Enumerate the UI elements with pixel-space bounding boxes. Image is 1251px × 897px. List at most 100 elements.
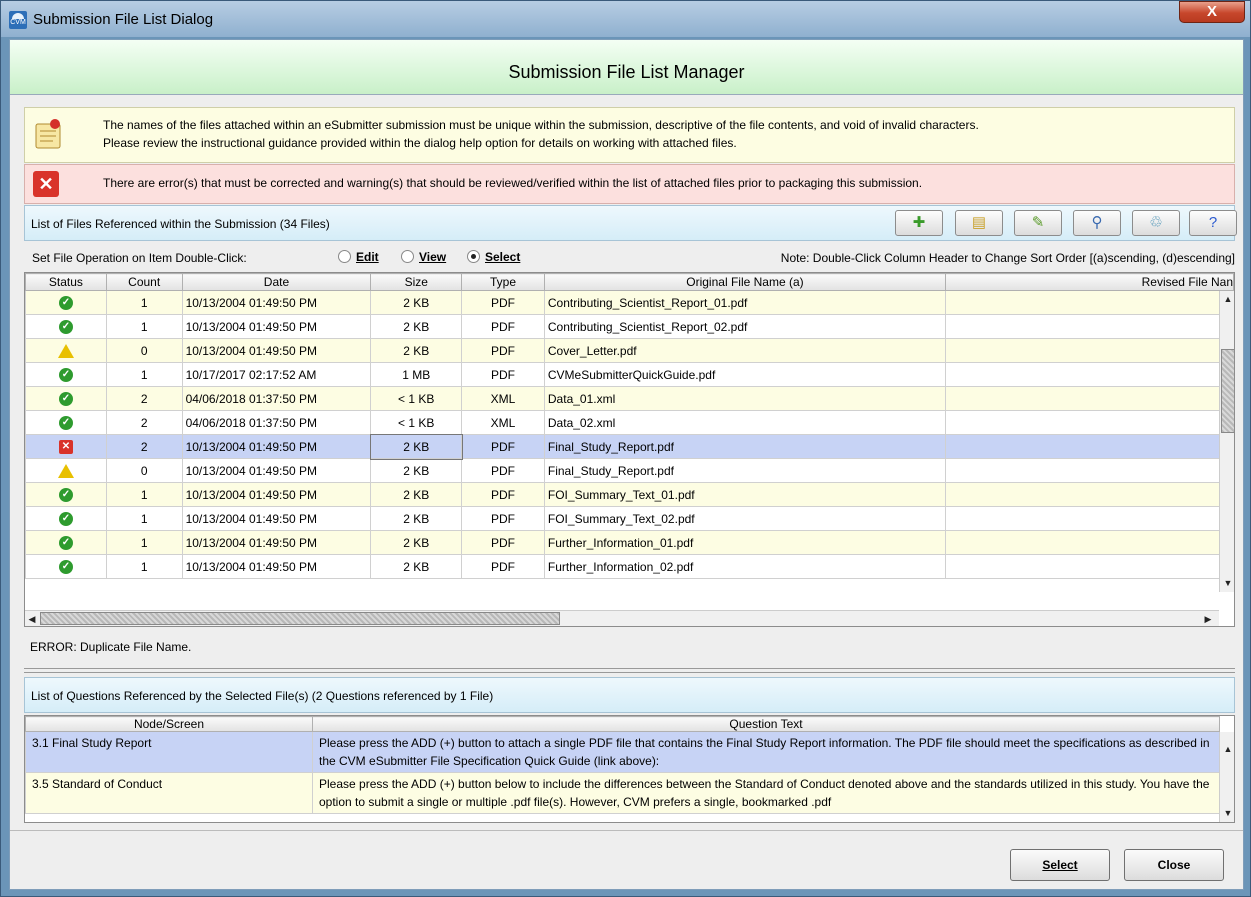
scroll-left-icon[interactable]: ◀ xyxy=(25,612,39,626)
file-row[interactable]: ✓ 2 04/06/2018 01:37:50 PM < 1 KB XML Data_01… xyxy=(25,386,1234,411)
close-button[interactable]: Close xyxy=(1124,849,1224,881)
question-row[interactable]: 3.1 Final Study Report Please press the A… xyxy=(25,731,1220,773)
q-scroll-up-icon[interactable]: ▲ xyxy=(1221,742,1234,756)
file-type-cell: PDF xyxy=(461,434,545,459)
radio-edit[interactable]: Edit xyxy=(338,250,379,264)
radio-edit-label: Edit xyxy=(356,250,379,264)
file-row[interactable]: ✓ 1 10/13/2004 01:49:50 PM 2 KB PDF FOI_Summa… xyxy=(25,506,1234,531)
file-size-cell: 2 KB xyxy=(370,554,463,579)
error-banner-text: There are error(s) that must be correcte… xyxy=(103,176,923,190)
file-name-cell: Data_01.xml xyxy=(543,386,947,411)
file-status-cell: ✓ xyxy=(25,362,107,387)
file-row[interactable]: 0 10/13/2004 01:49:50 PM 2 KB PDF Cover_Lett… xyxy=(25,338,1234,363)
question-row[interactable]: 3.5 Standard of Conduct Please press the … xyxy=(25,772,1220,814)
file-name-cell: FOI_Summary_Text_02.pdf xyxy=(543,506,947,531)
manager-header: Submission File List Manager xyxy=(10,40,1243,95)
file-status-cell: ✓ xyxy=(25,410,107,435)
file-name-cell: Further_Information_02.pdf xyxy=(543,554,947,579)
file-revised-name-cell xyxy=(945,458,1234,483)
files-col-header[interactable]: Type xyxy=(461,273,545,291)
radio-view[interactable]: View xyxy=(401,250,446,264)
pane-splitter[interactable] xyxy=(24,668,1235,673)
file-date-cell: 10/13/2004 01:49:50 PM xyxy=(181,554,372,579)
file-row[interactable]: ✓ 1 10/13/2004 01:49:50 PM 2 KB PDF Contribut… xyxy=(25,314,1234,339)
file-count-cell: 1 xyxy=(105,290,183,315)
file-row[interactable]: ✕ 2 10/13/2004 01:49:50 PM 2 KB PDF Final_Stu… xyxy=(25,433,1234,460)
files-vscroll-thumb[interactable] xyxy=(1221,349,1234,433)
file-row[interactable]: ✓ 1 10/13/2004 01:49:50 PM 2 KB PDF Contribut… xyxy=(25,290,1234,315)
dialog-client-area: Submission File List Manager The names o… xyxy=(9,39,1244,890)
file-status-cell: ✓ xyxy=(25,530,107,555)
files-col-header[interactable]: Size xyxy=(370,273,463,291)
add-toolbar-button[interactable]: ✚ xyxy=(895,210,943,236)
files-col-header[interactable]: Revised File Nan xyxy=(945,273,1234,291)
view-toolbar-button[interactable]: ⚲ xyxy=(1073,210,1121,236)
file-row[interactable]: 0 10/13/2004 01:49:50 PM 2 KB PDF Final_Stud… xyxy=(25,458,1234,483)
questions-section-header: List of Questions Referenced by the Sele… xyxy=(24,677,1235,713)
radio-edit-circle[interactable] xyxy=(338,250,351,263)
help-toolbar-button[interactable]: ? xyxy=(1189,210,1237,236)
check-icon: ✓ xyxy=(58,367,73,382)
file-row[interactable]: ✓ 1 10/17/2017 02:17:52 AM 1 MB PDF CVMeSubmi… xyxy=(25,362,1234,387)
attach-toolbar-button[interactable]: ▤ xyxy=(955,210,1003,236)
radio-view-circle[interactable] xyxy=(401,250,414,263)
edit-icon: ✎ xyxy=(1031,214,1045,231)
warning-icon xyxy=(57,463,74,478)
q-scroll-down-icon[interactable]: ▼ xyxy=(1221,806,1234,820)
file-status-cell: ✓ xyxy=(25,482,107,507)
questions-vertical-scrollbar[interactable]: ▲ ▼ xyxy=(1219,732,1234,822)
file-name-cell: CVMeSubmitterQuickGuide.pdf xyxy=(543,362,947,387)
file-date-cell: 10/13/2004 01:49:50 PM xyxy=(181,506,372,531)
select-button[interactable]: Select xyxy=(1010,849,1110,881)
file-revised-name-cell xyxy=(945,314,1234,339)
file-row[interactable]: ✓ 2 04/06/2018 01:37:50 PM < 1 KB XML Data_02… xyxy=(25,410,1234,435)
file-date-cell: 10/13/2004 01:49:50 PM xyxy=(181,314,372,339)
radio-view-label: View xyxy=(419,250,447,264)
file-count-cell: 2 xyxy=(105,386,183,411)
file-size-cell: 2 KB xyxy=(370,530,463,555)
radio-select-circle[interactable] xyxy=(467,250,480,263)
file-size-cell: 2 KB xyxy=(370,482,463,507)
file-type-cell: PDF xyxy=(461,458,545,483)
questions-heading: List of Questions Referenced by the Sele… xyxy=(31,689,494,703)
file-date-cell: 10/17/2017 02:17:52 AM xyxy=(181,362,372,387)
files-horizontal-scrollbar[interactable]: ◀ ▶ xyxy=(25,610,1219,626)
scroll-up-icon[interactable]: ▲ xyxy=(1221,292,1234,306)
file-row[interactable]: ✓ 1 10/13/2004 01:49:50 PM 2 KB PDF Further_I… xyxy=(25,554,1234,579)
remove-toolbar-button[interactable]: ♲ xyxy=(1132,210,1180,236)
files-col-header[interactable]: Count xyxy=(105,273,183,291)
questions-col-header[interactable]: Question Text xyxy=(312,716,1220,732)
questions-col-header[interactable]: Node/Screen xyxy=(25,716,313,732)
file-type-cell: PDF xyxy=(461,554,545,579)
file-revised-name-cell xyxy=(945,554,1234,579)
file-row[interactable]: ✓ 1 10/13/2004 01:49:50 PM 2 KB PDF FOI_Summa… xyxy=(25,482,1234,507)
radio-select[interactable]: Select xyxy=(467,250,520,264)
info-panel: The names of the files attached within a… xyxy=(24,107,1235,163)
files-hscroll-thumb[interactable] xyxy=(40,612,560,625)
cvm-app-icon: CVM xyxy=(9,11,27,29)
file-name-cell: Cover_Letter.pdf xyxy=(543,338,947,363)
file-size-cell: 2 KB xyxy=(370,314,463,339)
edit-toolbar-button[interactable]: ✎ xyxy=(1014,210,1062,236)
title-bar[interactable]: CVM Submission File List Dialog X xyxy=(1,1,1250,37)
file-size-cell: 1 MB xyxy=(370,362,463,387)
files-col-header[interactable]: Original File Name (a) xyxy=(543,273,947,291)
files-col-header[interactable]: Date xyxy=(181,273,372,291)
operation-label: Set File Operation on Item Double-Click: xyxy=(32,251,247,265)
scroll-down-icon[interactable]: ▼ xyxy=(1221,576,1234,590)
files-vertical-scrollbar[interactable]: ▲ ▼ xyxy=(1219,291,1234,592)
file-type-cell: PDF xyxy=(461,506,545,531)
window-close-button[interactable]: X xyxy=(1179,1,1245,23)
file-status-cell: ✓ xyxy=(25,290,107,315)
file-count-cell: 1 xyxy=(105,482,183,507)
scroll-right-icon[interactable]: ▶ xyxy=(1201,612,1215,626)
file-count-cell: 1 xyxy=(105,530,183,555)
dialog-footer: Select Close xyxy=(10,830,1243,890)
file-date-cell: 04/06/2018 01:37:50 PM xyxy=(181,386,372,411)
info-line-1: The names of the files attached within a… xyxy=(103,118,979,132)
files-col-header[interactable]: Status xyxy=(25,273,107,291)
info-text: The names of the files attached within a… xyxy=(103,116,1223,152)
sort-order-note: Note: Double-Click Column Header to Chan… xyxy=(780,251,1235,265)
file-row[interactable]: ✓ 1 10/13/2004 01:49:50 PM 2 KB PDF Further_I… xyxy=(25,530,1234,555)
file-count-cell: 0 xyxy=(105,458,183,483)
